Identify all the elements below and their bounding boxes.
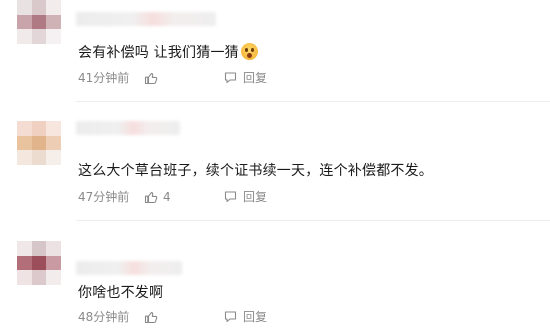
avatar-pixel: [31, 150, 47, 165]
reply-button[interactable]: 回复: [224, 308, 267, 325]
comment-time: 41分钟前: [78, 71, 130, 85]
avatar-pixel: [31, 29, 47, 44]
reply-label: 回复: [243, 71, 268, 85]
avatar[interactable]: [17, 241, 61, 285]
avatar-pixel: [17, 150, 32, 165]
avatar-pixel: [17, 241, 32, 256]
avatar-pixel: [46, 270, 61, 285]
avatar-pixel: [46, 150, 61, 165]
avatar-pixel: [31, 121, 47, 136]
avatar-pixel: [46, 135, 61, 151]
thumbs-up-icon: [144, 72, 158, 84]
reply-button[interactable]: 回复: [224, 188, 267, 205]
avatar-pixel: [46, 241, 61, 256]
avatar-pixel: [17, 29, 32, 44]
thumbs-up-icon: [144, 311, 158, 323]
reply-icon: [224, 311, 237, 323]
avatar-pixel: [17, 270, 32, 285]
comment-text-content: 你啥也不发啊: [78, 285, 164, 301]
avatar-pixel: [46, 29, 61, 44]
divider: [76, 220, 550, 221]
avatar[interactable]: [17, 0, 61, 44]
reply-button[interactable]: 回复: [224, 69, 267, 86]
avatar-pixel: [31, 255, 47, 271]
avatar-pixel: [46, 0, 61, 15]
avatar-pixel: [17, 121, 32, 136]
username-blurred[interactable]: [76, 12, 216, 26]
comment-text: 这么大个草台班子，续个证书续一天，连个补偿都不发。: [78, 160, 433, 180]
like-count: 4: [163, 189, 171, 204]
avatar-pixel: [31, 0, 47, 15]
comment-text: 会有补偿吗 让我们猜一猜: [78, 42, 258, 62]
avatar-pixel: [31, 135, 47, 151]
like-button[interactable]: [144, 71, 224, 85]
comment-meta: 47分钟前 4 回复: [78, 188, 267, 205]
comment-meta: 48分钟前 回复: [78, 308, 267, 325]
username-blurred[interactable]: [76, 121, 180, 135]
divider: [76, 101, 550, 102]
comment-text: 你啥也不发啊: [78, 282, 163, 302]
avatar-pixel: [46, 14, 61, 30]
thumbs-up-icon: [144, 191, 158, 203]
reply-label: 回复: [243, 310, 268, 324]
avatar-pixel: [31, 14, 47, 30]
comment-text-content: 会有补偿吗 让我们猜一猜: [78, 45, 239, 61]
avatar-pixel: [17, 14, 32, 30]
username-blurred[interactable]: [76, 261, 182, 275]
like-button[interactable]: 4: [144, 190, 224, 204]
avatar-pixel: [17, 135, 32, 151]
shocked-face-emoji-icon: [240, 43, 258, 60]
avatar-pixel: [46, 255, 61, 271]
avatar-pixel: [17, 0, 32, 15]
avatar-pixel: [31, 270, 47, 285]
avatar[interactable]: [17, 121, 61, 165]
avatar-pixel: [46, 121, 61, 136]
comment-meta: 41分钟前 回复: [78, 69, 267, 86]
reply-label: 回复: [243, 190, 268, 204]
comment-text-content: 这么大个草台班子，续个证书续一天，连个补偿都不发。: [78, 163, 433, 179]
comment-time: 48分钟前: [78, 310, 130, 324]
reply-icon: [224, 72, 237, 84]
like-button[interactable]: [144, 310, 224, 324]
avatar-pixel: [17, 255, 32, 271]
reply-icon: [224, 191, 237, 203]
comment-time: 47分钟前: [78, 190, 130, 204]
avatar-pixel: [31, 241, 47, 256]
